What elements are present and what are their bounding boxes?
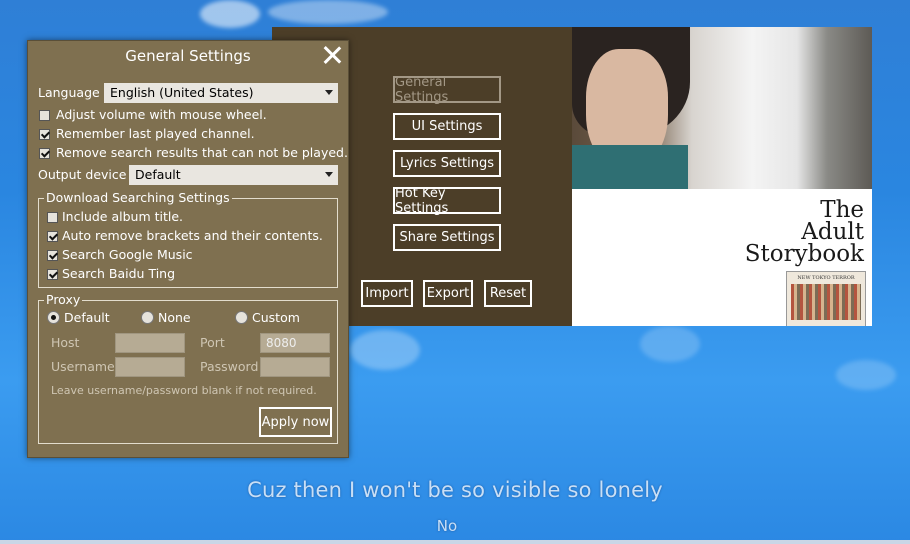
- album-photo: [572, 27, 872, 189]
- port-field[interactable]: 8080: [260, 333, 330, 353]
- wallpaper-petal: [836, 360, 896, 390]
- remember-channel-label: Remember last played channel.: [56, 126, 255, 141]
- wallpaper-petal: [350, 330, 420, 370]
- wallpaper-petal: [200, 0, 260, 28]
- output-device-select[interactable]: Default: [129, 165, 338, 185]
- album-cover: The Adult Storybook NEW TOKYO TERROR: [572, 27, 872, 326]
- export-button[interactable]: Export: [423, 280, 473, 307]
- import-button[interactable]: Import: [361, 280, 413, 307]
- dialog-title: General Settings: [125, 47, 251, 65]
- proxy-default-radio[interactable]: [47, 311, 60, 324]
- share-settings-button[interactable]: Share Settings: [393, 224, 501, 251]
- reset-button[interactable]: Reset: [484, 280, 532, 307]
- username-field[interactable]: [115, 357, 185, 377]
- search-baidu-label: Search Baidu Ting: [62, 266, 176, 281]
- album-title: The Adult Storybook: [744, 197, 864, 267]
- mini-cover-title: NEW TOKYO TERROR: [797, 275, 855, 281]
- output-device-label: Output device: [38, 167, 127, 182]
- proxy-hint: Leave username/password blank if not req…: [51, 384, 317, 397]
- download-settings-group: Download Searching Settings Include albu…: [38, 190, 338, 288]
- close-icon[interactable]: [322, 45, 342, 65]
- adjust-volume-label: Adjust volume with mouse wheel.: [56, 107, 267, 122]
- remove-brackets-checkbox[interactable]: [47, 231, 58, 242]
- proxy-group: Proxy Default None Custom Host Port 8080…: [38, 292, 338, 444]
- download-settings-legend: Download Searching Settings: [44, 190, 232, 205]
- adjust-volume-checkbox[interactable]: [39, 110, 50, 121]
- port-label: Port: [200, 335, 225, 350]
- general-settings-button[interactable]: General Settings: [393, 75, 501, 105]
- password-label: Password: [200, 359, 259, 374]
- username-label: Username: [51, 359, 115, 374]
- taskbar-strip: [0, 540, 910, 544]
- proxy-custom-radio[interactable]: [235, 311, 248, 324]
- player-window: General Settings UI Settings Lyrics Sett…: [272, 27, 872, 326]
- general-settings-dialog: General Settings Language English (Unite…: [27, 40, 349, 458]
- chevron-down-icon: [325, 90, 333, 95]
- remember-channel-checkbox[interactable]: [39, 129, 50, 140]
- lyrics-settings-button[interactable]: Lyrics Settings: [393, 150, 501, 177]
- search-google-checkbox[interactable]: [47, 250, 58, 261]
- remove-brackets-label: Auto remove brackets and their contents.: [62, 228, 323, 243]
- language-label: Language: [38, 85, 100, 100]
- lyric-current-line: Cuz then I won't be so visible so lonely: [247, 478, 663, 502]
- wallpaper-petal: [640, 326, 700, 362]
- hotkey-settings-button[interactable]: Hot Key Settings: [393, 186, 501, 216]
- ui-settings-button[interactable]: UI Settings: [393, 113, 501, 140]
- language-select[interactable]: English (United States): [104, 83, 338, 103]
- proxy-none-radio[interactable]: [141, 311, 154, 324]
- proxy-legend: Proxy: [44, 292, 83, 307]
- host-field[interactable]: [115, 333, 185, 353]
- lyric-next-line: No: [436, 517, 458, 535]
- proxy-custom-label: Custom: [252, 310, 300, 325]
- album-mini-cover: NEW TOKYO TERROR: [786, 271, 866, 326]
- remove-unplayable-checkbox[interactable]: [39, 148, 50, 159]
- remove-unplayable-label: Remove search results that can not be pl…: [56, 145, 348, 160]
- search-google-label: Search Google Music: [62, 247, 193, 262]
- proxy-none-label: None: [158, 310, 191, 325]
- host-label: Host: [51, 335, 80, 350]
- mini-cover-image: [791, 284, 861, 320]
- include-album-checkbox[interactable]: [47, 212, 58, 223]
- password-field[interactable]: [260, 357, 330, 377]
- album-photo-shirt: [572, 145, 688, 189]
- wallpaper-petal: [268, 0, 388, 24]
- include-album-label: Include album title.: [62, 209, 184, 224]
- chevron-down-icon: [325, 172, 333, 177]
- proxy-default-label: Default: [64, 310, 110, 325]
- apply-now-button[interactable]: Apply now: [259, 407, 332, 437]
- search-baidu-checkbox[interactable]: [47, 269, 58, 280]
